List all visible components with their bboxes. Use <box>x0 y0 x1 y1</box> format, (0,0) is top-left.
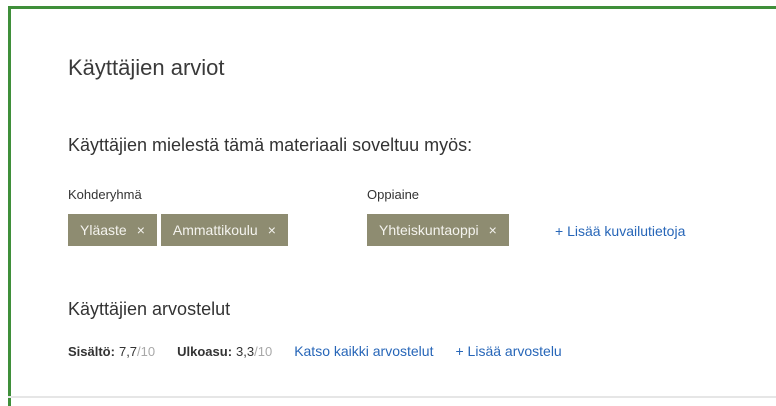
target-group-tags: Yläaste × Ammattikoulu × <box>68 214 288 246</box>
layout-rating-value: 3,3 <box>236 344 255 359</box>
tag-ammattikoulu[interactable]: Ammattikoulu × <box>160 214 288 246</box>
ratings-row: Sisältö: 7,7 /10 Ulkoasu: 3,3 /10 Katso … <box>68 343 562 359</box>
content-rating-label: Sisältö: <box>68 344 115 359</box>
tag-ylaaste[interactable]: Yläaste × <box>68 214 157 246</box>
page-title: Käyttäjien arviot <box>68 55 225 80</box>
tag-label: Ammattikoulu <box>172 222 258 238</box>
reviews-heading: Käyttäjien arvostelut <box>68 299 231 319</box>
layout-rating-max: /10 <box>254 344 273 359</box>
see-all-reviews-link[interactable]: Katso kaikki arvostelut <box>294 343 433 359</box>
close-icon[interactable]: × <box>137 222 145 238</box>
close-icon[interactable]: × <box>268 222 276 238</box>
tag-label: Yläaste <box>80 222 127 238</box>
add-metadata-link[interactable]: + Lisää kuvailutietoja <box>555 223 685 239</box>
layout-rating-label: Ulkoasu: <box>177 344 233 359</box>
target-group-label: Kohderyhmä <box>68 187 142 202</box>
add-review-link[interactable]: + Lisää arvostelu <box>455 343 561 359</box>
content-rating-max: /10 <box>137 344 156 359</box>
tag-label: Yhteiskuntaoppi <box>379 222 479 238</box>
tag-yhteiskuntaoppi[interactable]: Yhteiskuntaoppi × <box>367 214 509 246</box>
content-rating-value: 7,7 <box>118 344 138 359</box>
close-icon[interactable]: × <box>489 222 497 238</box>
subject-tags: Yhteiskuntaoppi × <box>367 214 509 246</box>
suitability-heading: Käyttäjien mielestä tämä materiaali sove… <box>68 135 473 155</box>
reviews-panel: Käyttäjien arviot Käyttäjien mielestä tä… <box>8 6 776 406</box>
divider <box>8 396 776 398</box>
subject-label: Oppiaine <box>367 187 420 202</box>
